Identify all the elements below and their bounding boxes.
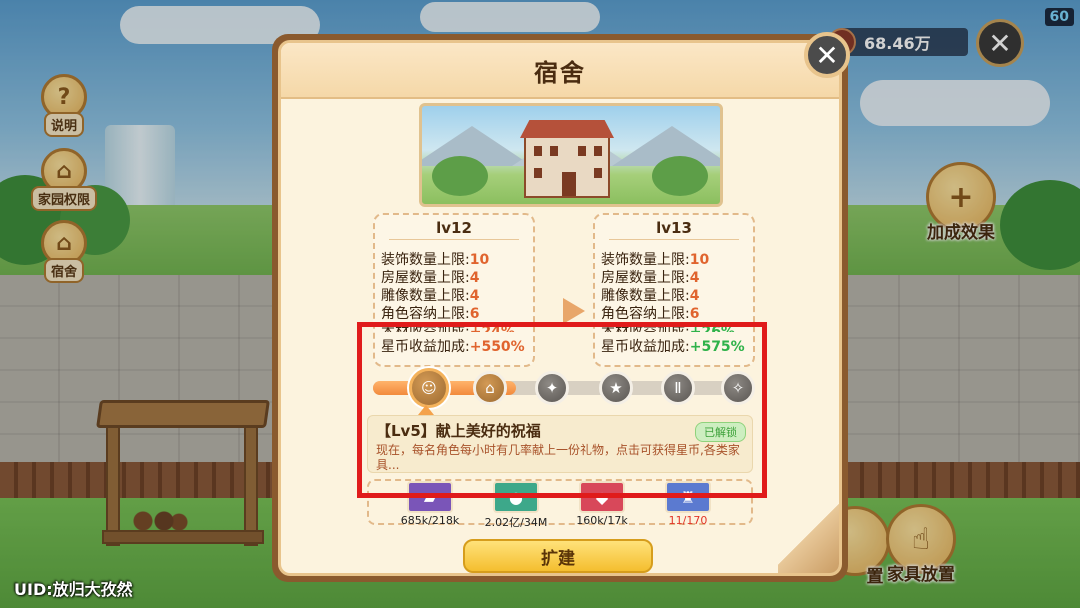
window [534, 146, 542, 156]
door [562, 172, 576, 196]
dialog-title: 宿舍 [534, 58, 586, 87]
divider [389, 239, 519, 247]
current-level: lv12 [436, 219, 472, 237]
divider [609, 239, 739, 247]
bush [432, 156, 488, 196]
window [594, 146, 602, 156]
stat-row: 角色容纳上限:6 [601, 306, 700, 322]
stat-row: 装饰数量上限:10 [601, 252, 710, 268]
window [594, 168, 602, 178]
expand-label: 扩建 [541, 548, 575, 569]
dormitory-dialog: 宿舍 lv12 装饰数量上限:10 房屋数量上限:4 雕像数量上限:4 角色容纳… [272, 34, 848, 582]
stat-row: 雕像数量上限:4 [381, 288, 480, 304]
stat-row: 装饰数量上限:10 [381, 252, 490, 268]
stat-row: 雕像数量上限:4 [601, 288, 700, 304]
dormitory-house [524, 136, 610, 198]
next-level: lv13 [656, 219, 692, 237]
stat-row: 房屋数量上限:4 [601, 270, 700, 286]
dialog-header: 宿舍 [281, 43, 839, 99]
expand-button[interactable]: 扩建 [463, 539, 653, 573]
bush [652, 156, 708, 196]
window [550, 146, 558, 156]
stat-row: 角色容纳上限:6 [381, 306, 480, 322]
resource-amount: 160k/17k [576, 514, 628, 527]
user-id: UID:放归大孜然 [14, 580, 133, 599]
resource-amount: 685k/218k [400, 514, 460, 527]
page-curl [778, 494, 839, 573]
resource-amount: 11/170 [668, 514, 708, 527]
window [578, 146, 586, 156]
resource-amount: 2.02亿/34M [484, 516, 548, 529]
close-icon: ✕ [815, 38, 839, 72]
stat-row: 房屋数量上限:4 [381, 270, 480, 286]
dormitory-building-image [419, 103, 723, 207]
next-level-arrow-icon [563, 298, 585, 324]
window [534, 168, 542, 178]
annotation-highlight-frame [357, 322, 767, 498]
dialog-close-button[interactable]: ✕ [804, 32, 850, 78]
